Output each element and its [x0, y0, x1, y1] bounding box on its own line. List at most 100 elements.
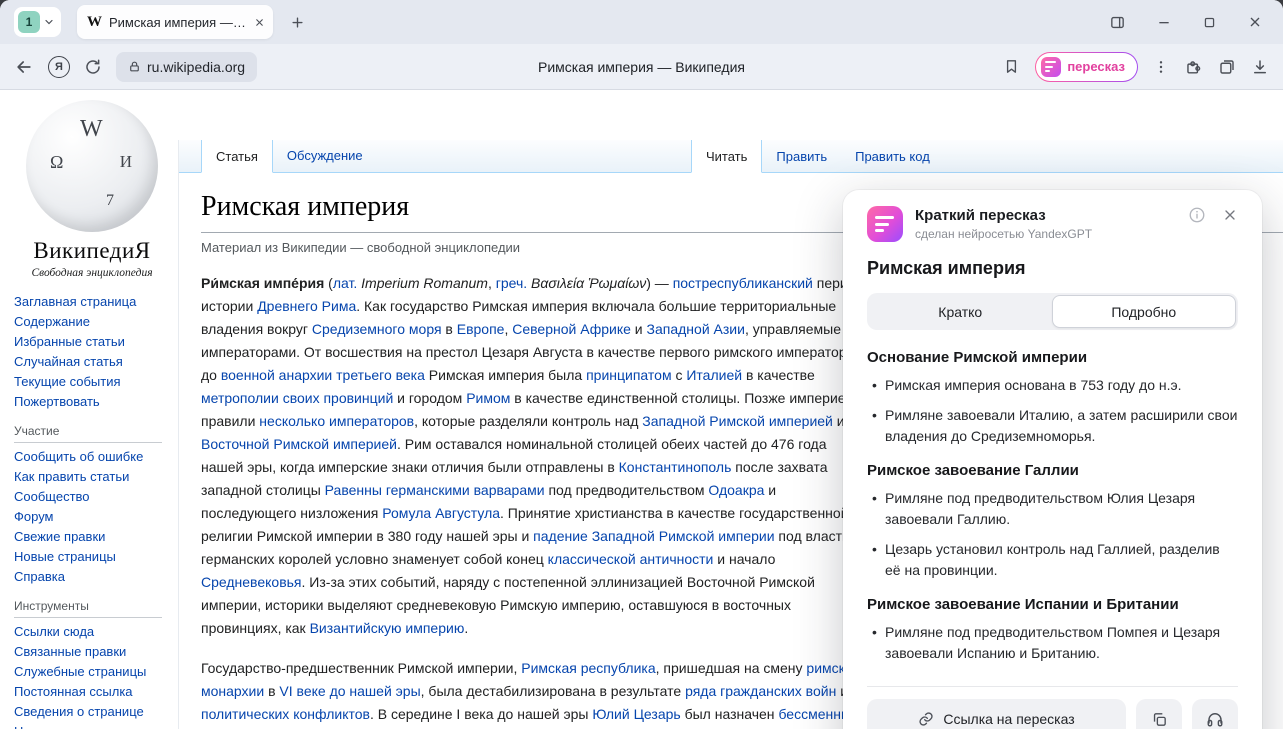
text-run: и начало: [713, 551, 775, 567]
wiki-link[interactable]: Западной Азии: [647, 321, 745, 337]
wikipedia-logo[interactable]: W Ω И 7: [26, 100, 158, 232]
wiki-link[interactable]: Юлий Цезарь: [592, 706, 680, 722]
wiki-link[interactable]: падение Западной Римской империи: [533, 528, 774, 544]
address-bar[interactable]: ru.wikipedia.org: [116, 52, 257, 82]
kebab-menu-icon[interactable]: [1153, 59, 1169, 75]
article-body: Ри́мская импе́рия (лат. Imperium Romanum…: [201, 272, 866, 729]
sidebar-item-what-links-here[interactable]: Ссылки сюда: [14, 624, 170, 639]
sidebar-item-new-pages[interactable]: Новые страницы: [14, 549, 170, 564]
close-icon[interactable]: [1247, 14, 1263, 30]
summary-mode-toggle: Кратко Подробно: [867, 293, 1238, 330]
panel-close-icon[interactable]: [1222, 207, 1238, 223]
sidebar-item-main-page[interactable]: Заглавная страница: [14, 294, 170, 309]
wiki-link[interactable]: германскими варварами: [386, 482, 545, 498]
tab-close-icon[interactable]: [254, 17, 265, 28]
summary-bullet: Римляне завоевали Италию, а затем расшир…: [867, 405, 1238, 447]
pereskaz-icon: [1041, 57, 1061, 77]
wikipedia-wordmark[interactable]: ВикипедиЯ: [14, 238, 170, 264]
tab-discussion[interactable]: Обсуждение: [273, 139, 377, 172]
wiki-link[interactable]: Европе: [457, 321, 505, 337]
panel-title: Краткий пересказ: [915, 207, 1092, 224]
reload-icon[interactable]: [84, 58, 102, 76]
new-tab-button[interactable]: [283, 8, 311, 36]
sidebar-item-how-to-edit[interactable]: Как править статьи: [14, 469, 170, 484]
yandexgpt-icon: [867, 206, 903, 242]
extensions-puzzle-icon[interactable]: [1184, 57, 1203, 76]
sidebar-item-community[interactable]: Сообщество: [14, 489, 170, 504]
wiki-link[interactable]: Средневековья: [201, 574, 302, 590]
back-icon[interactable]: [14, 57, 34, 77]
sidebar-item-help[interactable]: Справка: [14, 569, 170, 584]
summary-bullet: Цезарь установил контроль над Галлией, р…: [867, 539, 1238, 581]
sidebar-item-page-info[interactable]: Сведения о странице: [14, 704, 170, 719]
wiki-link[interactable]: Византийскую империю: [310, 620, 465, 636]
wiki-link[interactable]: Ромула Августула: [382, 505, 500, 521]
tab-article[interactable]: Статья: [201, 140, 273, 173]
sidebar-item-cite-page[interactable]: Цитировать страницу: [14, 724, 170, 729]
sidebar-item-report-error[interactable]: Сообщить об ошибке: [14, 449, 170, 464]
wiki-link[interactable]: несколько императоров: [259, 413, 414, 429]
toggle-detailed[interactable]: Подробно: [1052, 295, 1237, 328]
download-icon[interactable]: [1251, 58, 1269, 76]
wiki-link[interactable]: ряда гражданских войн: [685, 683, 836, 699]
wiki-link[interactable]: лат.: [333, 275, 357, 291]
sidebar-item-special-pages[interactable]: Служебные страницы: [14, 664, 170, 679]
wikipedia-favicon: W: [87, 14, 102, 31]
wiki-link[interactable]: Северной Африке: [512, 321, 631, 337]
summary-section-heading: Основание Римской империи: [867, 349, 1238, 366]
sidebar-item-permanent-link[interactable]: Постоянная ссылка: [14, 684, 170, 699]
yandex-icon[interactable]: Я: [48, 56, 70, 78]
wiki-link[interactable]: греч.: [496, 275, 527, 291]
sidebar-item-contents[interactable]: Содержание: [14, 314, 170, 329]
minimize-icon[interactable]: [1156, 14, 1172, 30]
browser-tab[interactable]: W Римская империя — Википедия: [77, 5, 273, 39]
wiki-link[interactable]: Древнего Рима: [257, 298, 356, 314]
wiki-link[interactable]: Восточной Римской империей: [201, 436, 397, 452]
panel-footer: Ссылка на пересказ: [867, 699, 1238, 729]
sidebar-item-random[interactable]: Случайная статья: [14, 354, 170, 369]
wiki-link[interactable]: Равенны: [325, 482, 382, 498]
info-icon[interactable]: [1188, 206, 1206, 224]
pereskaz-button[interactable]: пересказ: [1035, 52, 1138, 82]
wiki-link[interactable]: Константинополь: [619, 459, 732, 475]
sidebar-item-featured[interactable]: Избранные статьи: [14, 334, 170, 349]
sidebar-item-donate[interactable]: Пожертвовать: [14, 394, 170, 409]
wiki-link[interactable]: Западной Римской империей: [642, 413, 833, 429]
lock-icon: [128, 60, 141, 73]
wiki-link[interactable]: VI веке до нашей эры: [279, 683, 420, 699]
tab-read[interactable]: Читать: [691, 140, 762, 173]
wiki-link[interactable]: политических конфликтов: [201, 706, 370, 722]
wiki-link[interactable]: принципатом: [586, 367, 671, 383]
copy-button[interactable]: [1136, 699, 1182, 729]
wiki-link[interactable]: Италией: [686, 367, 742, 383]
panel-article-title: Римская империя: [867, 258, 1238, 279]
url-text: ru.wikipedia.org: [147, 59, 245, 75]
text-run: , которые разделяли контроль над: [414, 413, 642, 429]
tab-edit[interactable]: Править: [762, 140, 841, 173]
wiki-link[interactable]: Одоакра: [708, 482, 764, 498]
wiki-link[interactable]: Римом: [466, 390, 510, 406]
sidebar-item-recent-changes[interactable]: Свежие правки: [14, 529, 170, 544]
wiki-link[interactable]: военной анархии третьего века: [221, 367, 425, 383]
toggle-brief[interactable]: Кратко: [869, 295, 1052, 328]
wiki-link[interactable]: метрополии своих провинций: [201, 390, 393, 406]
browser-window: 1 W Римская империя — Википедия: [0, 0, 1283, 729]
sidebar-item-forum[interactable]: Форум: [14, 509, 170, 524]
sidebar-item-current-events[interactable]: Текущие события: [14, 374, 170, 389]
summary-link-button[interactable]: Ссылка на пересказ: [867, 699, 1126, 729]
listen-button[interactable]: [1192, 699, 1238, 729]
summary-section-heading: Римское завоевание Галлии: [867, 462, 1238, 479]
wiki-link[interactable]: постреспубликанский: [673, 275, 813, 291]
bookmark-icon[interactable]: [1003, 58, 1020, 75]
text-run: .: [464, 620, 468, 636]
wiki-link[interactable]: Средиземного моря: [312, 321, 442, 337]
maximize-icon[interactable]: [1202, 15, 1217, 30]
collections-icon[interactable]: [1218, 58, 1236, 76]
sidebar-item-related-changes[interactable]: Связанные правки: [14, 644, 170, 659]
side-panel-icon[interactable]: [1109, 14, 1126, 31]
wiki-link[interactable]: Римская республика: [521, 660, 655, 676]
tab-counter[interactable]: 1: [14, 7, 61, 37]
text-run: Государство-предшественник Римской импер…: [201, 660, 521, 676]
wiki-link[interactable]: классической античности: [548, 551, 714, 567]
tab-edit-source[interactable]: Править код: [841, 140, 944, 173]
